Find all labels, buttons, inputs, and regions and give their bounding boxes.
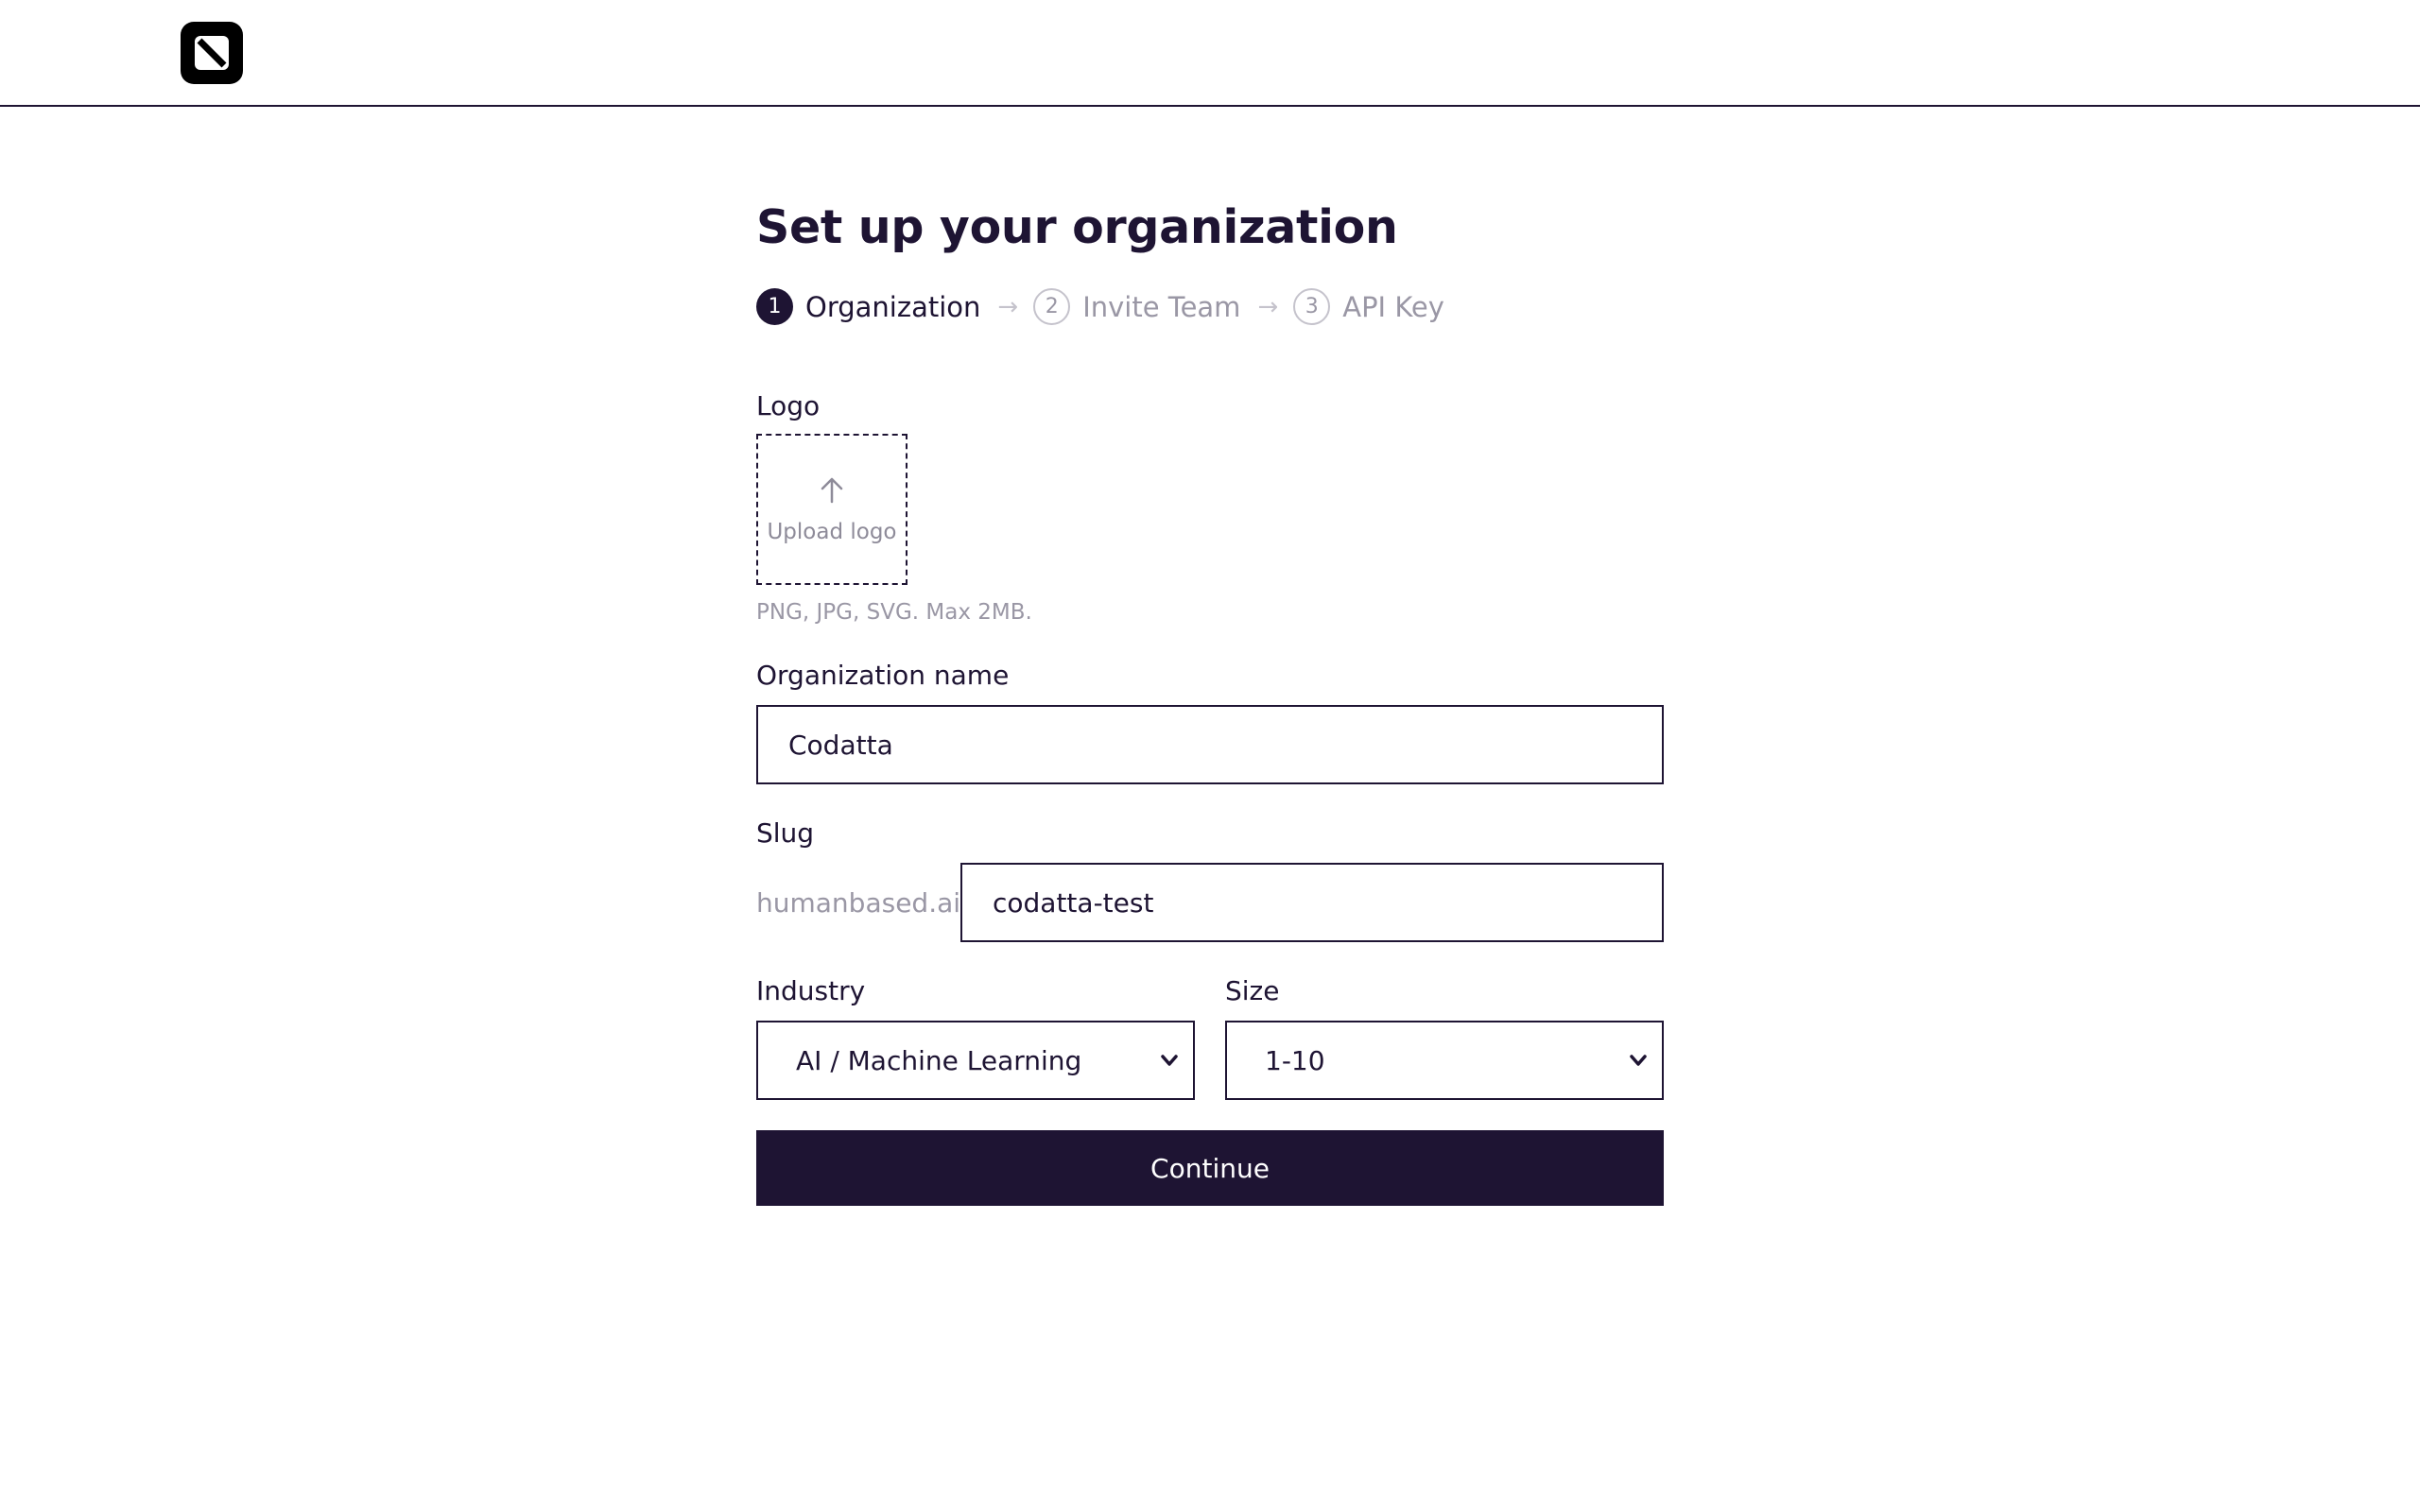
step-organization: 1 Organization bbox=[756, 288, 980, 325]
step-invite-team: 2 Invite Team bbox=[1033, 288, 1240, 325]
stepper: 1 Organization → 2 Invite Team → 3 API K… bbox=[756, 287, 1664, 326]
size-select[interactable]: 1-10 bbox=[1225, 1021, 1664, 1100]
slug-prefix: humanbased.ai/ bbox=[756, 886, 970, 919]
step-label: Invite Team bbox=[1082, 290, 1241, 323]
continue-button[interactable]: Continue bbox=[756, 1130, 1664, 1206]
step-label: Organization bbox=[805, 290, 981, 323]
setup-form-container: Set up your organization 1 Organization … bbox=[756, 194, 1664, 1206]
upload-logo-label: Upload logo bbox=[767, 520, 897, 544]
step-number: 1 bbox=[756, 288, 793, 325]
size-selected-value: 1-10 bbox=[1265, 1044, 1325, 1076]
org-name-label: Organization name bbox=[756, 660, 1010, 691]
industry-size-row: Industry AI / Machine Learning Size 1-10 bbox=[756, 974, 1664, 1100]
top-bar bbox=[0, 0, 2420, 107]
step-label: API Key bbox=[1342, 290, 1444, 323]
chevron-down-icon bbox=[1630, 1055, 1647, 1066]
step-number: 2 bbox=[1033, 288, 1071, 325]
chevron-down-icon bbox=[1161, 1055, 1178, 1066]
arrow-right-icon: → bbox=[1257, 292, 1279, 321]
industry-field: Industry AI / Machine Learning bbox=[756, 974, 1195, 1100]
size-field: Size 1-10 bbox=[1225, 974, 1664, 1100]
logo-hint: PNG, JPG, SVG. Max 2MB. bbox=[756, 600, 1032, 625]
arrow-up-icon bbox=[821, 477, 843, 504]
industry-selected-value: AI / Machine Learning bbox=[796, 1044, 1082, 1076]
logo-label: Logo bbox=[756, 390, 821, 421]
app-logo-icon[interactable] bbox=[181, 22, 243, 84]
upload-logo-button[interactable]: Upload logo bbox=[756, 434, 908, 585]
size-label: Size bbox=[1225, 975, 1280, 1006]
page-title: Set up your organization bbox=[756, 200, 1398, 254]
slug-label: Slug bbox=[756, 817, 815, 849]
step-number: 3 bbox=[1293, 288, 1331, 325]
org-name-input[interactable] bbox=[756, 705, 1664, 784]
industry-label: Industry bbox=[756, 975, 866, 1006]
arrow-right-icon: → bbox=[997, 292, 1019, 321]
industry-select[interactable]: AI / Machine Learning bbox=[756, 1021, 1195, 1100]
step-api-key: 3 API Key bbox=[1293, 288, 1444, 325]
slug-row: humanbased.ai/ bbox=[756, 863, 1664, 942]
slug-input[interactable] bbox=[960, 863, 1664, 942]
